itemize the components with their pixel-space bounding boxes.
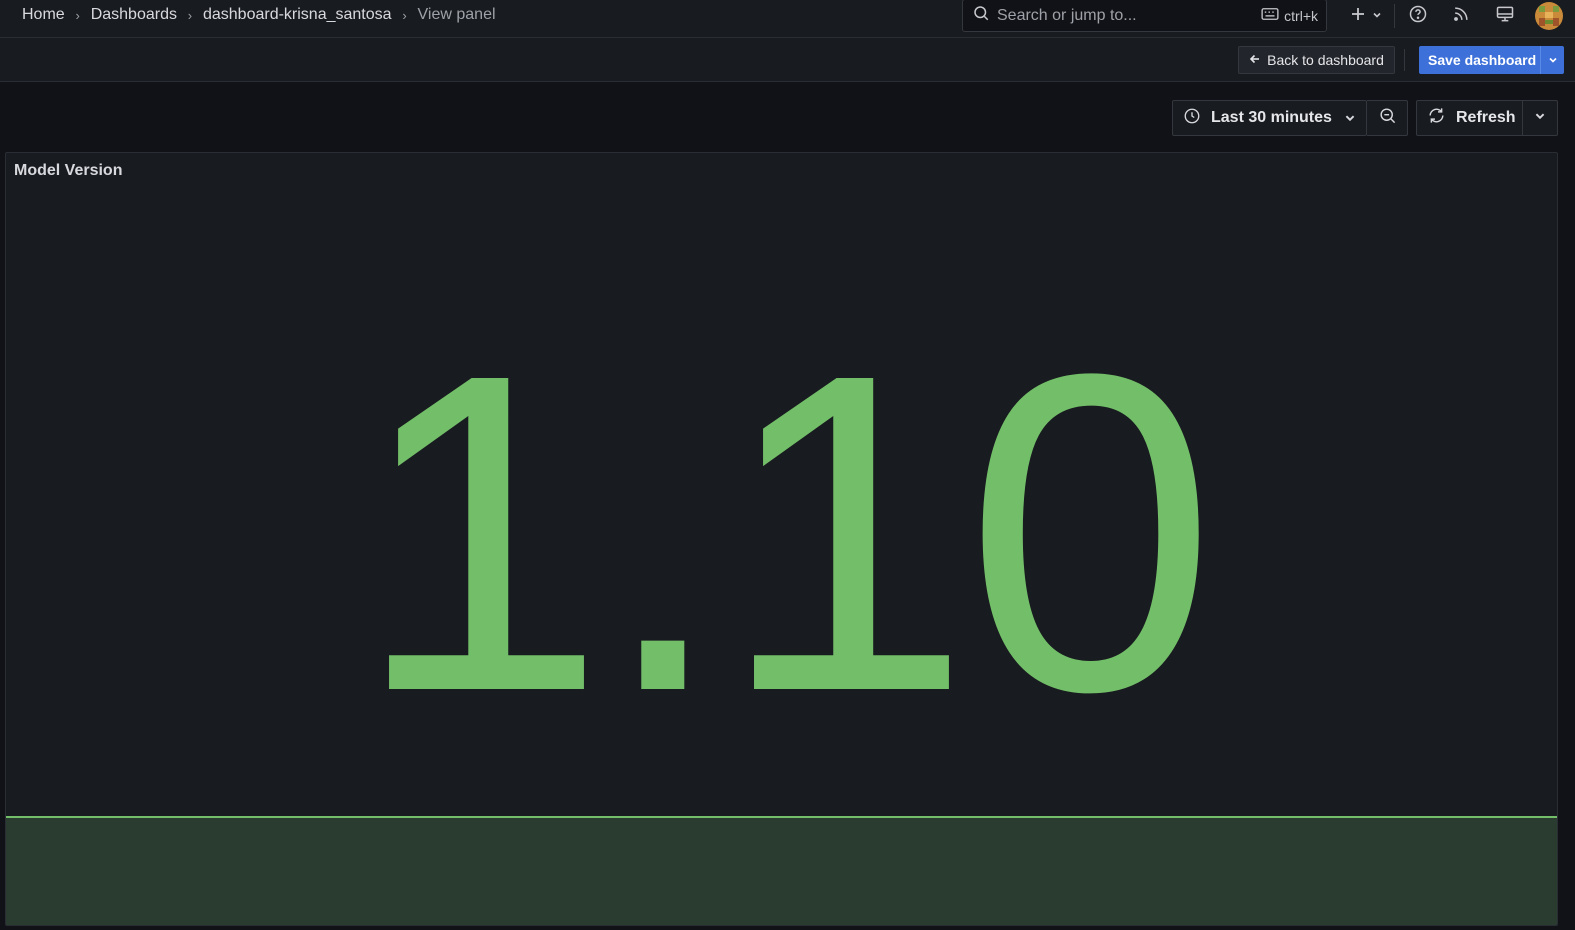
search-placeholder: Search or jump to... bbox=[997, 6, 1137, 24]
kiosk-monitor-icon bbox=[1495, 4, 1515, 29]
search-icon bbox=[972, 4, 990, 27]
help-button[interactable] bbox=[1406, 4, 1430, 28]
chevron-down-icon bbox=[1344, 111, 1356, 129]
save-dashboard-button[interactable]: Save dashboard bbox=[1419, 46, 1564, 74]
chevron-right-icon: › bbox=[402, 7, 407, 23]
avatar[interactable] bbox=[1535, 2, 1563, 30]
stat-panel: Model Version 1.10 bbox=[5, 152, 1558, 926]
breadcrumb: Home › Dashboards › dashboard-krisna_san… bbox=[22, 0, 496, 30]
back-to-dashboard-button[interactable]: Back to dashboard bbox=[1238, 46, 1395, 74]
kiosk-mode-button[interactable] bbox=[1493, 4, 1517, 28]
sparkline bbox=[6, 816, 1557, 925]
refresh-icon bbox=[1427, 106, 1446, 130]
plus-icon bbox=[1350, 6, 1366, 27]
zoom-out-icon bbox=[1378, 106, 1397, 130]
refresh-interval-button[interactable] bbox=[1522, 100, 1558, 136]
refresh-button[interactable]: Refresh bbox=[1416, 100, 1523, 136]
divider bbox=[1404, 49, 1405, 71]
keyboard-icon bbox=[1261, 7, 1279, 24]
breadcrumb-dashboard[interactable]: dashboard-krisna_santosa bbox=[203, 6, 392, 24]
sparkline-area bbox=[6, 817, 1557, 925]
save-button-label: Save dashboard bbox=[1428, 52, 1537, 68]
top-navbar: Home › Dashboards › dashboard-krisna_san… bbox=[0, 0, 1575, 38]
arrow-left-icon bbox=[1249, 52, 1261, 68]
time-range-label: Last 30 minutes bbox=[1211, 109, 1332, 126]
chevron-right-icon: › bbox=[187, 7, 193, 23]
chevron-down-icon bbox=[1372, 7, 1382, 25]
panel-title: Model Version bbox=[14, 162, 123, 179]
chevron-right-icon: › bbox=[75, 7, 80, 23]
breadcrumb-current: View panel bbox=[417, 6, 496, 23]
chevron-down-icon bbox=[1534, 109, 1546, 127]
news-rss-icon bbox=[1451, 4, 1471, 29]
divider bbox=[1394, 4, 1395, 28]
shortcut-label: ctrl+k bbox=[1284, 7, 1318, 24]
breadcrumb-home[interactable]: Home bbox=[22, 6, 65, 24]
new-menu-button[interactable] bbox=[1346, 4, 1386, 28]
clock-icon bbox=[1183, 107, 1201, 130]
refresh-label: Refresh bbox=[1456, 109, 1516, 126]
help-icon bbox=[1408, 4, 1428, 29]
breadcrumb-dashboards[interactable]: Dashboards bbox=[91, 6, 177, 24]
avatar-image bbox=[1535, 2, 1563, 30]
news-button[interactable] bbox=[1449, 4, 1473, 28]
zoom-out-button[interactable] bbox=[1367, 100, 1408, 136]
back-button-label: Back to dashboard bbox=[1267, 52, 1384, 68]
chevron-down-icon bbox=[1548, 57, 1557, 63]
search-shortcut: ctrl+k bbox=[1261, 7, 1318, 24]
search-input[interactable]: Search or jump to... ctrl+k bbox=[962, 0, 1327, 32]
stat-value: 1.10 bbox=[354, 280, 1217, 785]
time-range-picker[interactable]: Last 30 minutes bbox=[1172, 100, 1367, 136]
save-options-button[interactable] bbox=[1540, 46, 1564, 74]
dashboard-toolbar: Back to dashboard Save dashboard bbox=[0, 38, 1575, 82]
